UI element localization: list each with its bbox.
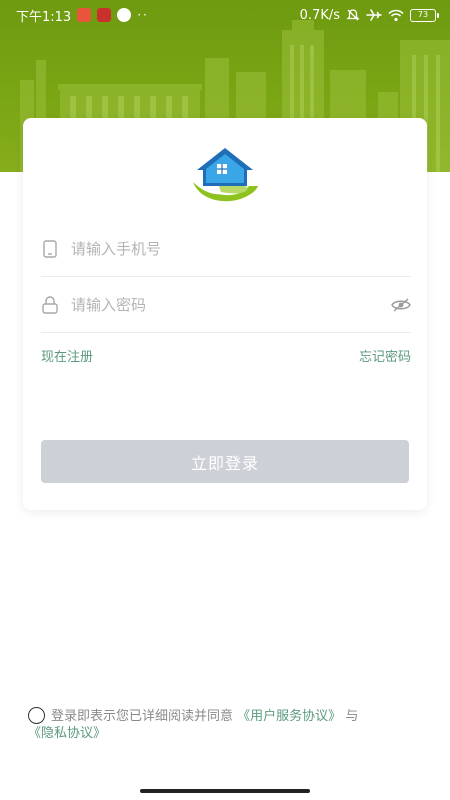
network-speed: 0.7K/s bbox=[299, 7, 340, 23]
qq-icon bbox=[117, 8, 132, 22]
status-time: 下午1:13 bbox=[16, 9, 72, 25]
login-screen: 下午1:13 ·· 0.7K/s 73 请输入手机号 现在注册 忘记密码 立即登… bbox=[0, 0, 450, 800]
wifi-icon bbox=[388, 9, 404, 21]
app-notification-icon bbox=[77, 8, 92, 22]
forgot-password-link[interactable]: 忘记密码 bbox=[359, 346, 411, 365]
eye-off-icon[interactable] bbox=[391, 298, 411, 312]
status-bar-left: 下午1:13 ·· bbox=[16, 6, 149, 25]
agreement-prefix: 登录即表示您已详细阅读并同意 bbox=[51, 709, 234, 724]
status-bar-right: 0.7K/s 73 bbox=[299, 7, 439, 23]
privacy-agreement-link[interactable]: 《隐私协议》 bbox=[28, 726, 106, 741]
login-card: 现在注册 忘记密码 立即登录 bbox=[23, 118, 427, 510]
mobile-phone-icon bbox=[41, 239, 59, 259]
airplane-mode-icon bbox=[366, 9, 382, 21]
house-hand-logo bbox=[193, 148, 258, 202]
user-agreement-link[interactable]: 《用户服务协议》 bbox=[237, 709, 341, 724]
video-app-icon bbox=[97, 8, 112, 22]
agreement-conjunction: 与 bbox=[345, 709, 359, 724]
password-field bbox=[41, 278, 411, 333]
password-input[interactable] bbox=[71, 290, 383, 320]
status-bar: 下午1:13 ·· 0.7K/s 73 bbox=[0, 0, 450, 30]
agreement-checkbox[interactable] bbox=[28, 707, 45, 724]
mute-icon bbox=[346, 9, 360, 21]
phone-field bbox=[41, 222, 411, 277]
agreement-notice: 登录即表示您已详细阅读并同意 《用户服务协议》 与 《隐私协议》 bbox=[28, 707, 438, 742]
battery-icon: 73 bbox=[410, 8, 439, 22]
auth-links: 现在注册 忘记密码 bbox=[41, 346, 411, 365]
login-button[interactable]: 立即登录 bbox=[41, 440, 409, 483]
register-link[interactable]: 现在注册 bbox=[41, 346, 93, 365]
phone-input[interactable] bbox=[71, 234, 411, 264]
lock-icon bbox=[41, 295, 59, 315]
more-notifications-icon: ·· bbox=[137, 8, 149, 22]
home-indicator[interactable] bbox=[140, 789, 310, 793]
